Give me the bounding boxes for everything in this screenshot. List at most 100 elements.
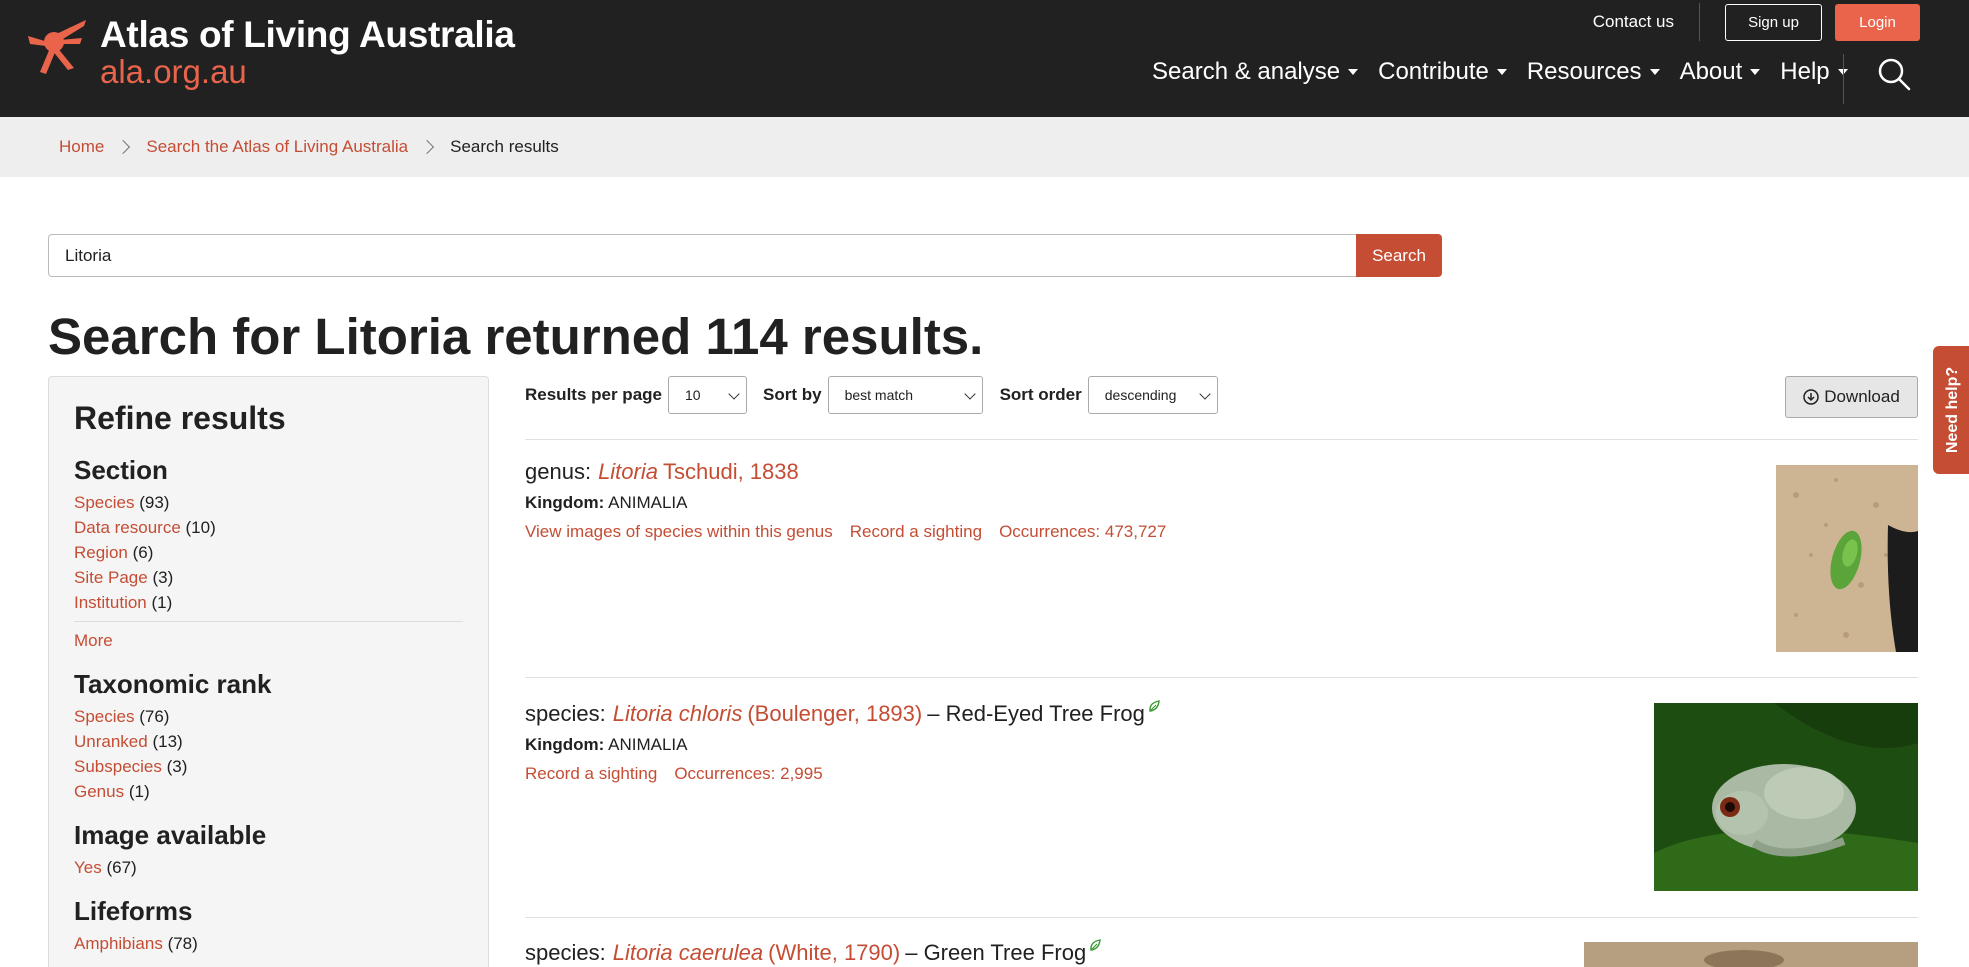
nav-label: Help	[1780, 58, 1830, 85]
chevron-down-icon	[963, 388, 976, 400]
result-item: genus: Litoria Tschudi, 1838 Kingdom: AN…	[525, 459, 1183, 542]
occurrences-link[interactable]: Occurrences: 2,995	[674, 764, 822, 784]
sign-up-button[interactable]: Sign up	[1725, 3, 1822, 41]
result-rank: species:	[525, 701, 606, 726]
occurrences-link[interactable]: Occurrences: 473,727	[999, 522, 1166, 542]
logo-url: ala.org.au	[100, 53, 247, 90]
nav-resources[interactable]: Resources	[1527, 58, 1660, 86]
site-header: Atlas of Living Australia ala.org.au Con…	[0, 0, 1969, 117]
facet-link[interactable]: Subspecies	[74, 757, 162, 776]
facet-heading: Image available	[74, 820, 267, 850]
caret-down-icon	[1649, 69, 1660, 75]
chevron-right-icon	[420, 139, 435, 155]
search-button[interactable]: Search	[1356, 234, 1442, 277]
result-author[interactable]: (White, 1790)	[768, 940, 900, 966]
result-author[interactable]: Tschudi, 1838	[663, 459, 799, 485]
facet-item: Species (76)	[74, 704, 463, 729]
result-thumbnail[interactable]	[1584, 942, 1918, 967]
facet-link[interactable]: Species	[74, 493, 134, 512]
utility-bar: Contact us Sign up Login	[1593, 3, 1920, 41]
result-scientific-name[interactable]: Litoria chloris	[613, 701, 743, 727]
main-nav: Search & analyse Contribute Resources Ab…	[1152, 58, 1868, 86]
facet-count: (10)	[185, 518, 216, 537]
kingdom-label: Kingdom:	[525, 493, 605, 512]
facet-count: (3)	[166, 757, 188, 776]
facet-link[interactable]: Yes	[74, 858, 102, 877]
result-thumbnail[interactable]	[1654, 703, 1918, 891]
sort-by-value: best match	[844, 387, 914, 403]
caret-down-icon	[1750, 69, 1761, 75]
result-item: species: Litoria caerulea (White, 1790) …	[525, 939, 1102, 966]
facet-link[interactable]: Unranked	[74, 732, 148, 751]
result-rank: genus:	[525, 459, 592, 484]
breadcrumb-search-atlas[interactable]: Search the Atlas of Living Australia	[146, 137, 408, 157]
facet-image-available: Image available Yes (67)	[74, 820, 463, 880]
nav-search-analyse[interactable]: Search & analyse	[1152, 58, 1359, 86]
result-scientific-name[interactable]: Litoria	[598, 459, 658, 485]
facet-link[interactable]: Species	[74, 707, 134, 726]
result-common-name: – Red-Eyed Tree Frog	[927, 701, 1145, 726]
result-kingdom: Kingdom: ANIMALIA	[525, 735, 1161, 755]
facet-link[interactable]: Region	[74, 543, 128, 562]
facet-heading: Section	[74, 455, 168, 485]
facet-link[interactable]: Institution	[74, 593, 147, 612]
breadcrumb-home[interactable]: Home	[59, 137, 104, 157]
view-images-link[interactable]: View images of species within this genus	[525, 522, 833, 542]
nav-about[interactable]: About	[1680, 58, 1761, 86]
result-author[interactable]: (Boulenger, 1893)	[747, 701, 922, 727]
facet-count: (1)	[128, 782, 150, 801]
refine-title: Refine results	[74, 400, 286, 436]
facet-count: (3)	[152, 568, 174, 587]
chevron-right-icon	[116, 139, 131, 155]
nav-label: Contribute	[1378, 58, 1489, 85]
per-page-select[interactable]: 10	[668, 376, 747, 414]
facet-lifeforms: Lifeforms Amphibians (78)	[74, 896, 463, 956]
facet-item: Species (93)	[74, 490, 463, 515]
record-sighting-link[interactable]: Record a sighting	[525, 764, 657, 784]
divider	[525, 439, 1918, 440]
facet-item: Unranked (13)	[74, 729, 463, 754]
download-button[interactable]: Download	[1785, 376, 1918, 418]
facet-count: (93)	[139, 493, 170, 512]
facet-more-link[interactable]: More	[74, 628, 463, 653]
search-input[interactable]	[48, 234, 1356, 277]
sort-order-value: descending	[1104, 387, 1177, 403]
breadcrumb: Home Search the Atlas of Living Australi…	[59, 117, 559, 177]
result-kingdom: Kingdom: ANIMALIA	[525, 493, 1183, 513]
results-controls: Results per page 10 Sort by best match S…	[525, 376, 1218, 414]
result-rank: species:	[525, 940, 606, 965]
search-icon[interactable]	[1876, 56, 1912, 92]
per-page-value: 10	[685, 387, 701, 403]
facet-item: Region (6)	[74, 540, 463, 565]
facet-link[interactable]: Data resource	[74, 518, 181, 537]
contact-us-link[interactable]: Contact us	[1593, 3, 1700, 41]
facet-item: Amphibians (78)	[74, 931, 463, 956]
kingdom-label: Kingdom:	[525, 735, 605, 754]
facet-section: Section Species (93) Data resource (10) …	[74, 455, 463, 653]
nav-contribute[interactable]: Contribute	[1378, 58, 1507, 86]
facet-count: (76)	[139, 707, 170, 726]
result-scientific-name[interactable]: Litoria caerulea	[613, 940, 763, 966]
per-page-label: Results per page	[525, 385, 662, 404]
facet-link[interactable]: Amphibians	[74, 934, 163, 953]
ala-logo[interactable]: Atlas of Living Australia ala.org.au	[26, 16, 515, 88]
sort-by-select[interactable]: best match	[827, 376, 983, 414]
nav-label: About	[1679, 58, 1743, 85]
record-sighting-link[interactable]: Record a sighting	[850, 522, 982, 542]
facet-count: (67)	[106, 858, 137, 877]
sort-order-select[interactable]: descending	[1087, 376, 1218, 414]
need-help-tab[interactable]: Need help?	[1933, 346, 1969, 474]
logo-title: Atlas of Living Australia	[100, 14, 515, 55]
facet-link[interactable]: Site Page	[74, 568, 148, 587]
facet-link[interactable]: Genus	[74, 782, 124, 801]
facet-divider	[74, 621, 463, 622]
facet-count: (13)	[152, 732, 183, 751]
login-button[interactable]: Login	[1835, 3, 1920, 41]
facet-count: (6)	[132, 543, 154, 562]
result-thumbnail[interactable]	[1776, 465, 1918, 652]
leaf-icon	[1149, 700, 1160, 712]
facet-count: (1)	[151, 593, 173, 612]
nav-label: Search & analyse	[1152, 58, 1341, 85]
nav-help[interactable]: Help	[1780, 58, 1848, 86]
nav-label: Resources	[1526, 58, 1642, 85]
